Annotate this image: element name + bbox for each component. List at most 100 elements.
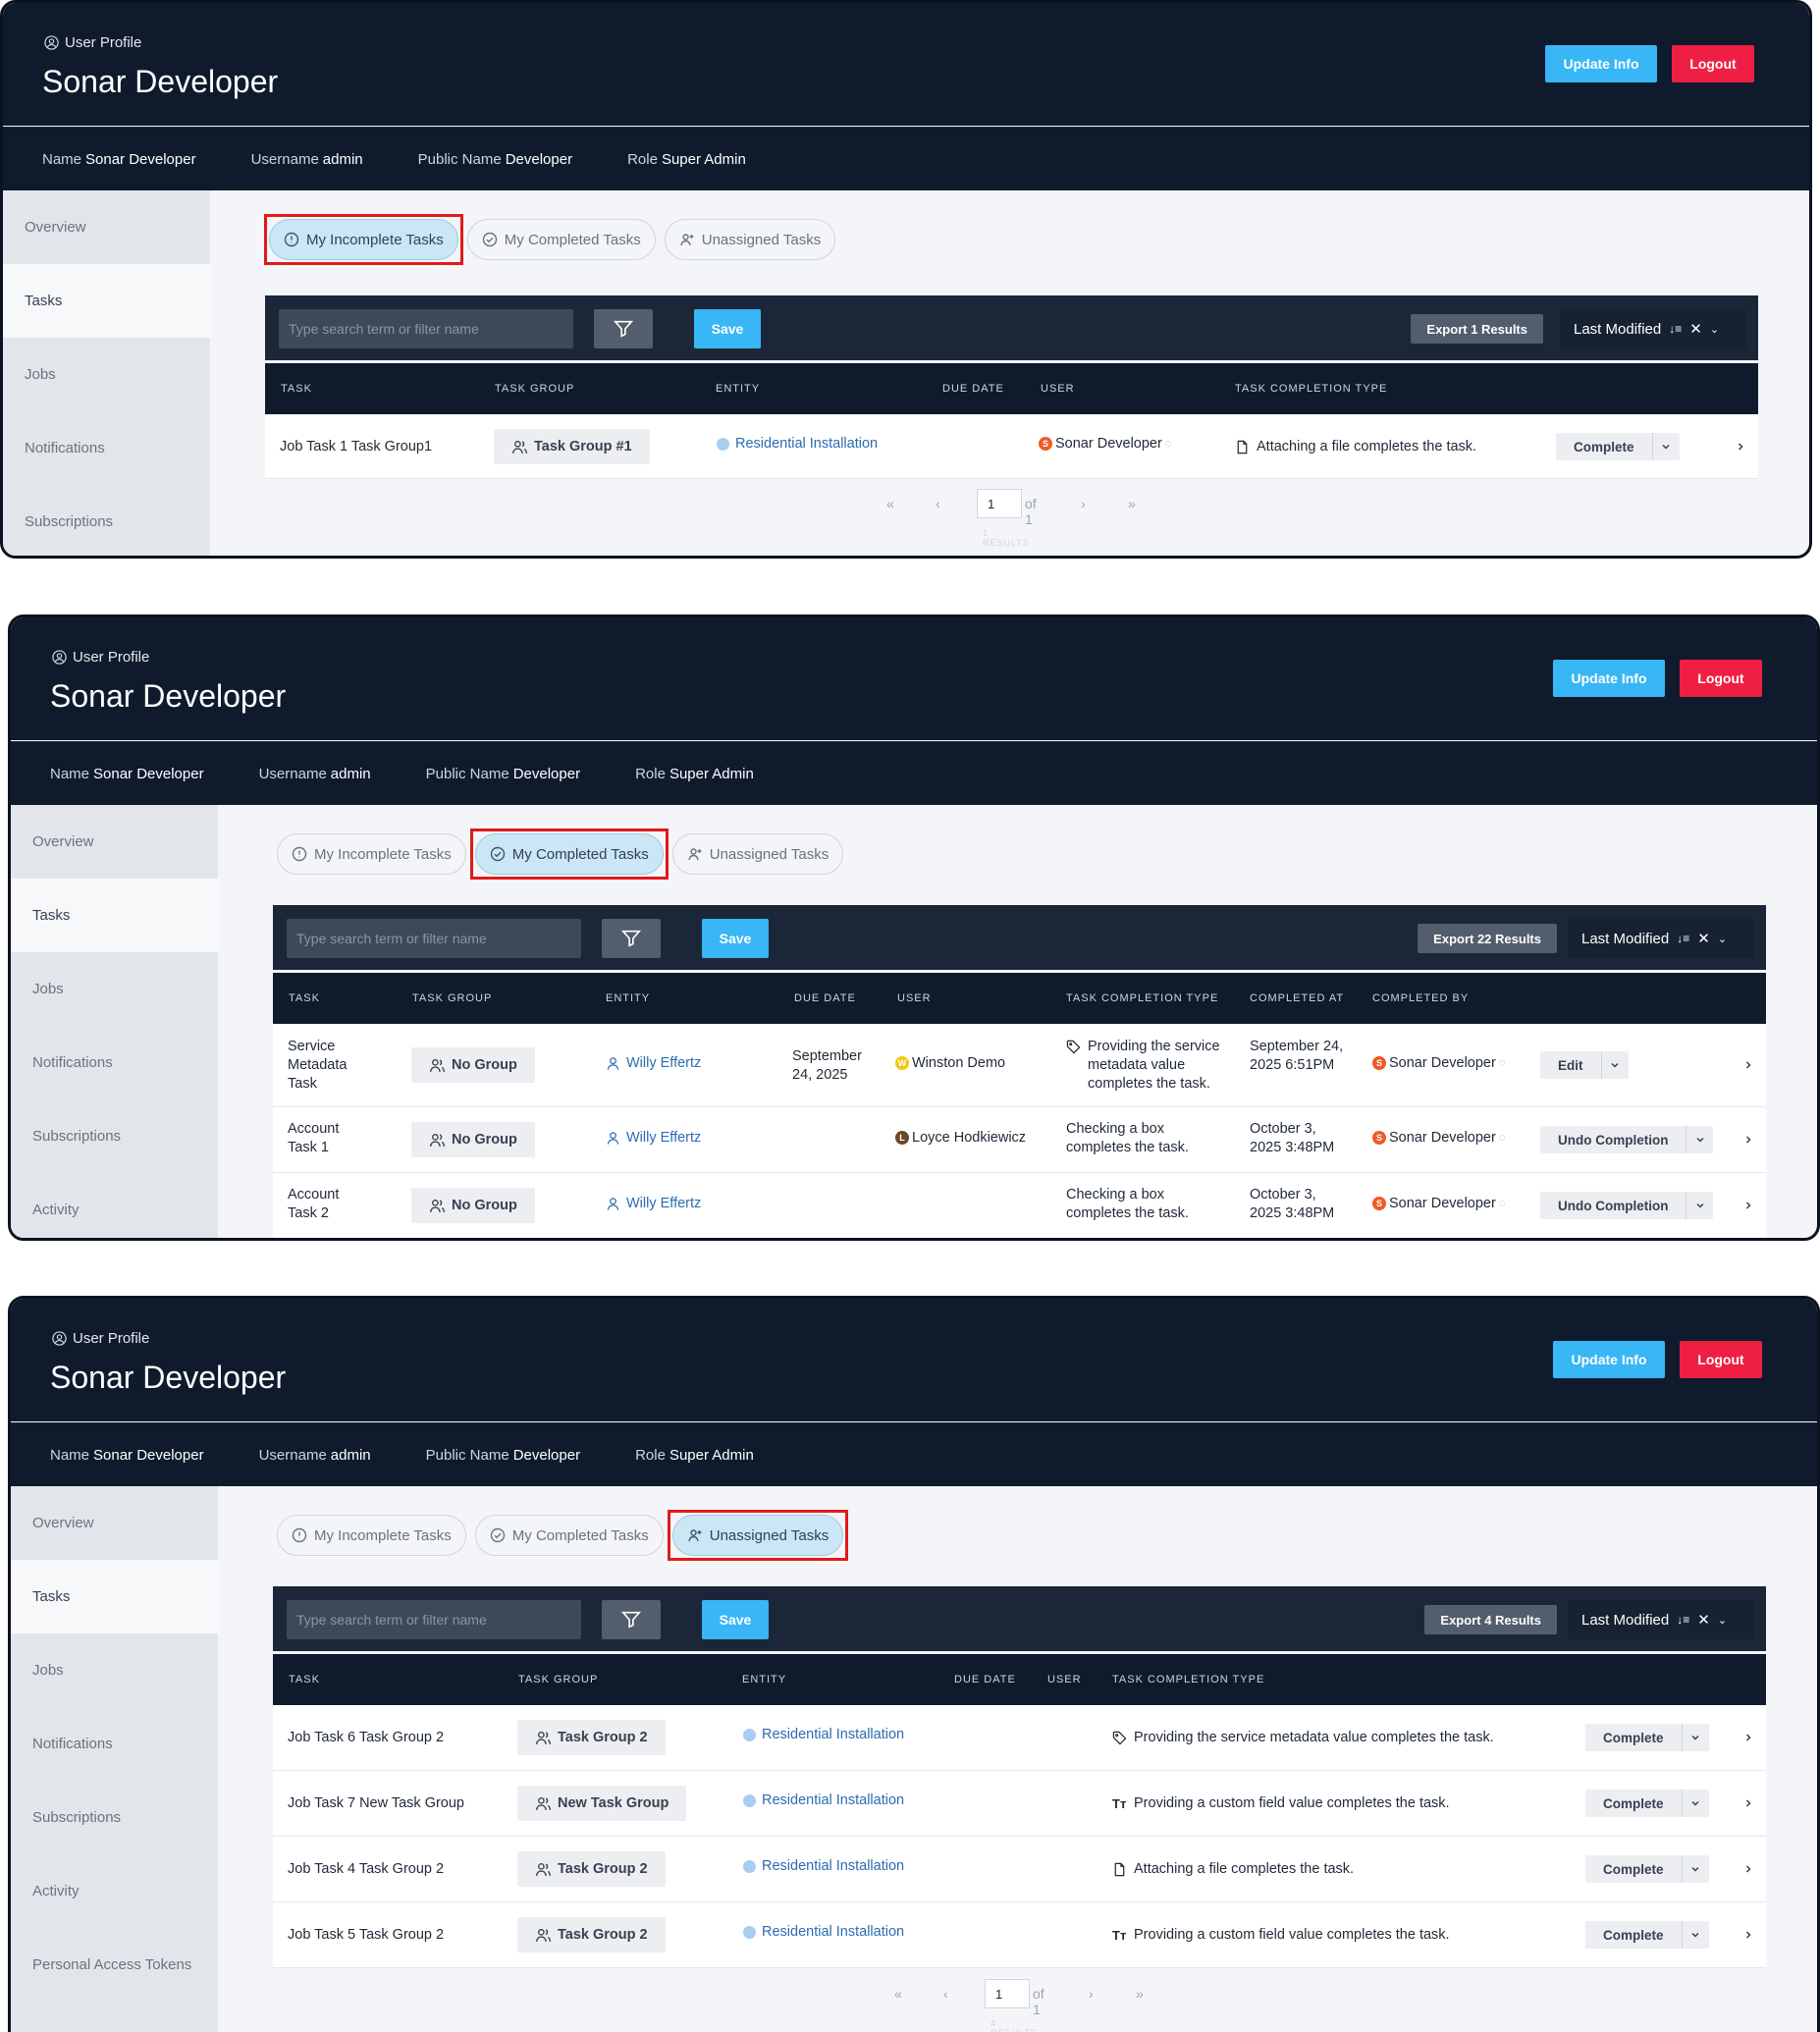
chevron-right-icon[interactable] — [1742, 1059, 1754, 1071]
sidebar-item-notifications[interactable]: Notifications — [3, 411, 210, 485]
entity-link[interactable]: Willy Effertz — [606, 1130, 701, 1146]
export-button[interactable]: Export 22 Results — [1418, 924, 1557, 953]
save-button[interactable]: Save — [702, 919, 769, 958]
complete-button[interactable]: Complete — [1585, 1928, 1682, 1943]
table-row[interactable]: Account Task 2 No Group Willy Effertz Ch… — [273, 1173, 1766, 1238]
table-row[interactable]: Service Metadata Task No Group Willy Eff… — [273, 1024, 1766, 1107]
save-button[interactable]: Save — [694, 309, 761, 348]
first-page-icon[interactable]: « — [886, 496, 894, 511]
next-page-icon[interactable]: › — [1081, 496, 1086, 511]
tab-my-completed-tasks[interactable]: My Completed Tasks — [474, 1515, 664, 1556]
sidebar-item-tasks[interactable]: Tasks — [11, 879, 218, 952]
sidebar-item-personal-access-tokens[interactable]: Personal Access Tokens — [11, 1928, 218, 2002]
sidebar-item-overview[interactable]: Overview — [3, 190, 210, 264]
tab-unassigned-tasks[interactable]: Unassigned Tasks — [671, 1515, 844, 1556]
filter-button[interactable] — [602, 1600, 661, 1639]
sidebar-item-subscriptions[interactable]: Subscriptions — [11, 1099, 218, 1173]
table-row[interactable]: Job Task 6 Task Group 2 Task Group 2 Res… — [273, 1705, 1766, 1771]
edit-button[interactable]: Edit — [1540, 1058, 1601, 1073]
tab-unassigned-tasks[interactable]: Unassigned Tasks — [664, 219, 836, 260]
table-row[interactable]: Job Task 5 Task Group 2 Task Group 2 Res… — [273, 1902, 1766, 1968]
next-page-icon[interactable]: › — [1089, 1986, 1094, 2002]
table-row[interactable]: Job Task 4 Task Group 2 Task Group 2 Res… — [273, 1837, 1766, 1902]
export-button[interactable]: Export 4 Results — [1424, 1605, 1557, 1634]
sidebar-item-jobs[interactable]: Jobs — [11, 952, 218, 1026]
prev-page-icon[interactable]: ‹ — [943, 1986, 948, 2002]
last-page-icon[interactable]: » — [1136, 1986, 1144, 2002]
undo-completion-action[interactable]: Undo Completion — [1540, 1192, 1714, 1219]
page-input[interactable] — [985, 1979, 1030, 2008]
chevron-right-icon[interactable] — [1742, 1200, 1754, 1211]
action-dropdown[interactable] — [1681, 1790, 1709, 1817]
filter-button[interactable] — [594, 309, 653, 348]
search-input[interactable] — [287, 1600, 581, 1639]
update-info-button[interactable]: Update Info — [1553, 660, 1665, 697]
undo-completion-action[interactable]: Undo Completion — [1540, 1126, 1714, 1153]
sidebar-item-overview[interactable]: Overview — [11, 805, 218, 879]
chevron-right-icon[interactable] — [1742, 1797, 1754, 1809]
action-dropdown[interactable] — [1681, 1855, 1709, 1883]
chevron-right-icon[interactable] — [1742, 1863, 1754, 1875]
complete-button[interactable]: Complete — [1585, 1796, 1682, 1811]
complete-action[interactable]: Complete — [1585, 1921, 1709, 1949]
last-page-icon[interactable]: » — [1128, 496, 1136, 511]
sidebar-item-notifications[interactable]: Notifications — [11, 1707, 218, 1781]
sidebar-item-tasks[interactable]: Tasks — [11, 1560, 218, 1633]
logout-button[interactable]: Logout — [1672, 45, 1754, 82]
sort-select[interactable]: Last Modified ↓≡ ✕ ⌄ — [1568, 1600, 1754, 1639]
complete-action[interactable]: Complete — [1556, 433, 1680, 460]
complete-action[interactable]: Complete — [1585, 1790, 1709, 1817]
entity-link[interactable]: Residential Installation — [743, 1924, 904, 1940]
sidebar-item-tasks[interactable]: Tasks — [3, 264, 210, 338]
update-info-button[interactable]: Update Info — [1545, 45, 1657, 82]
export-button[interactable]: Export 1 Results — [1411, 314, 1543, 344]
action-dropdown[interactable] — [1651, 433, 1680, 460]
entity-link[interactable]: Willy Effertz — [606, 1196, 701, 1211]
sidebar-item-notifications[interactable]: Notifications — [11, 1026, 218, 1099]
undo-completion-button[interactable]: Undo Completion — [1540, 1133, 1686, 1148]
table-row[interactable]: Job Task 7 New Task Group New Task Group… — [273, 1771, 1766, 1837]
action-dropdown[interactable] — [1686, 1126, 1713, 1153]
filter-button[interactable] — [602, 919, 661, 958]
first-page-icon[interactable]: « — [894, 1986, 902, 2002]
logout-button[interactable]: Logout — [1680, 660, 1762, 697]
table-row[interactable]: Account Task 1 No Group Willy Effertz LL… — [273, 1107, 1766, 1173]
chevron-right-icon[interactable] — [1742, 1732, 1754, 1743]
action-dropdown[interactable] — [1600, 1051, 1629, 1079]
complete-button[interactable]: Complete — [1585, 1731, 1682, 1745]
tab-my-completed-tasks[interactable]: My Completed Tasks — [466, 219, 656, 260]
entity-link[interactable]: Willy Effertz — [606, 1055, 701, 1071]
entity-link[interactable]: Residential Installation — [717, 436, 878, 452]
sidebar-item-jobs[interactable]: Jobs — [11, 1633, 218, 1707]
sidebar-item-subscriptions[interactable]: Subscriptions — [11, 1781, 218, 1854]
tab-unassigned-tasks[interactable]: Unassigned Tasks — [671, 833, 844, 875]
logout-button[interactable]: Logout — [1680, 1341, 1762, 1378]
edit-action[interactable]: Edit — [1540, 1051, 1629, 1079]
tab-my-incomplete-tasks[interactable]: My Incomplete Tasks — [277, 1515, 466, 1556]
search-input[interactable] — [287, 919, 581, 958]
action-dropdown[interactable] — [1681, 1921, 1709, 1949]
action-dropdown[interactable] — [1686, 1192, 1713, 1219]
chevron-right-icon[interactable] — [1742, 1929, 1754, 1941]
complete-button[interactable]: Complete — [1585, 1862, 1682, 1877]
clear-sort-icon[interactable]: ✕ — [1697, 1611, 1710, 1629]
action-dropdown[interactable] — [1681, 1724, 1709, 1751]
table-row[interactable]: Job Task 1 Task Group1 Task Group #1 Res… — [265, 414, 1758, 479]
tab-my-incomplete-tasks[interactable]: My Incomplete Tasks — [277, 833, 466, 875]
tab-my-completed-tasks[interactable]: My Completed Tasks — [474, 833, 664, 875]
sidebar-item-security[interactable]: Security — [11, 2002, 218, 2032]
sidebar-item-overview[interactable]: Overview — [11, 1486, 218, 1560]
update-info-button[interactable]: Update Info — [1553, 1341, 1665, 1378]
page-input[interactable] — [977, 489, 1022, 518]
entity-link[interactable]: Residential Installation — [743, 1727, 904, 1742]
sidebar-item-subscriptions[interactable]: Subscriptions — [3, 485, 210, 556]
clear-sort-icon[interactable]: ✕ — [1697, 930, 1710, 947]
clear-sort-icon[interactable]: ✕ — [1689, 320, 1702, 338]
complete-action[interactable]: Complete — [1585, 1724, 1709, 1751]
sort-select[interactable]: Last Modified ↓≡ ✕ ⌄ — [1568, 919, 1754, 958]
entity-link[interactable]: Residential Installation — [743, 1858, 904, 1874]
sidebar-item-jobs[interactable]: Jobs — [3, 338, 210, 411]
complete-button[interactable]: Complete — [1556, 440, 1652, 455]
entity-link[interactable]: Residential Installation — [743, 1792, 904, 1808]
sidebar-item-activity[interactable]: Activity — [11, 1173, 218, 1238]
